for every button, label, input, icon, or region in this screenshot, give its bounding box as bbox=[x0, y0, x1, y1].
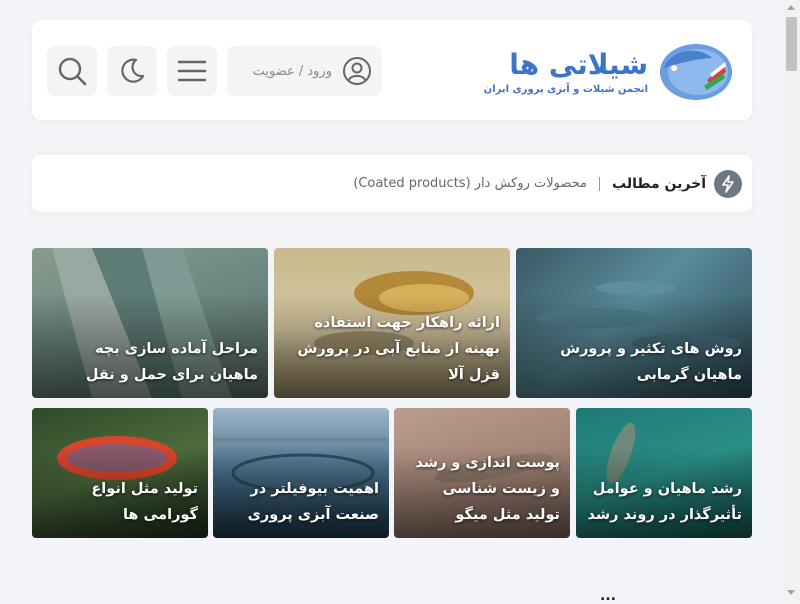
latest-news-label: آخرین مطالب bbox=[612, 175, 706, 192]
site-header: ورود / عضویت شیلاتی ها انجمن شیلات و آبز… bbox=[32, 20, 752, 120]
moon-icon bbox=[121, 58, 145, 83]
user-icon bbox=[343, 57, 371, 85]
latest-news-bar: آخرین مطالب محصولات روکش دار (Coated pro… bbox=[32, 155, 752, 212]
featured-post-title: رشد ماهیان و عوامل تأثیرگذار در روند رشد bbox=[587, 481, 743, 523]
menu-button[interactable] bbox=[167, 46, 217, 96]
scroll-up-arrow-icon[interactable] bbox=[787, 5, 795, 10]
logo-subtitle: انجمن شیلات و آبزی پروری ایران bbox=[483, 83, 648, 95]
featured-post-card[interactable]: مراحل آماده سازی بچه ماهیان برای حمل و ن… bbox=[32, 248, 268, 398]
menu-icon bbox=[178, 60, 206, 82]
search-icon bbox=[58, 57, 87, 86]
featured-post-card[interactable]: رشد ماهیان و عوامل تأثیرگذار در روند رشد bbox=[576, 408, 752, 538]
featured-post-card[interactable]: روش های تکثیر و پرورش ماهیان گرمابی bbox=[516, 248, 752, 398]
page-scrollbar[interactable] bbox=[783, 0, 800, 600]
news-divider bbox=[599, 176, 601, 191]
scroll-down-arrow-icon[interactable] bbox=[787, 590, 795, 595]
login-label: ورود / عضویت bbox=[252, 63, 332, 79]
featured-post-card[interactable]: تولید مثل انواع گورامی ها bbox=[32, 408, 208, 538]
scrollbar-thumb[interactable] bbox=[786, 17, 797, 71]
featured-post-card[interactable]: اهمیت بیوفیلتر در صنعت آبزی پروری bbox=[213, 408, 389, 538]
featured-post-card[interactable]: ارائه راهکار جهت استفاده بهینه از منابع … bbox=[274, 248, 510, 398]
site-logo[interactable]: شیلاتی ها انجمن شیلات و آبزی پروری ایران bbox=[484, 38, 736, 104]
featured-post-title: ارائه راهکار جهت استفاده بهینه از منابع … bbox=[297, 315, 500, 383]
dark-mode-toggle[interactable] bbox=[107, 46, 157, 96]
featured-post-title: روش های تکثیر و پرورش ماهیان گرمابی bbox=[560, 341, 742, 383]
fish-logo-icon bbox=[660, 44, 732, 100]
featured-post-title: تولید مثل انواع گورامی ها bbox=[91, 481, 198, 523]
featured-post-title: مراحل آماده سازی بچه ماهیان برای حمل و ن… bbox=[85, 341, 258, 383]
logo-title: شیلاتی ها bbox=[509, 47, 648, 81]
latest-news-link[interactable]: محصولات روکش دار (Coated products) bbox=[353, 176, 587, 191]
featured-post-title: پوست اندازی و رشد و زیست شناسی تولید مثل… bbox=[415, 455, 560, 523]
section-heading-partial: ... bbox=[600, 588, 616, 604]
featured-post-title: اهمیت بیوفیلتر در صنعت آبزی پروری bbox=[247, 481, 379, 523]
login-register-button[interactable]: ورود / عضویت bbox=[227, 46, 382, 96]
featured-post-card[interactable]: پوست اندازی و رشد و زیست شناسی تولید مثل… bbox=[394, 408, 570, 538]
search-button[interactable] bbox=[47, 46, 97, 96]
lightning-icon bbox=[714, 169, 742, 198]
